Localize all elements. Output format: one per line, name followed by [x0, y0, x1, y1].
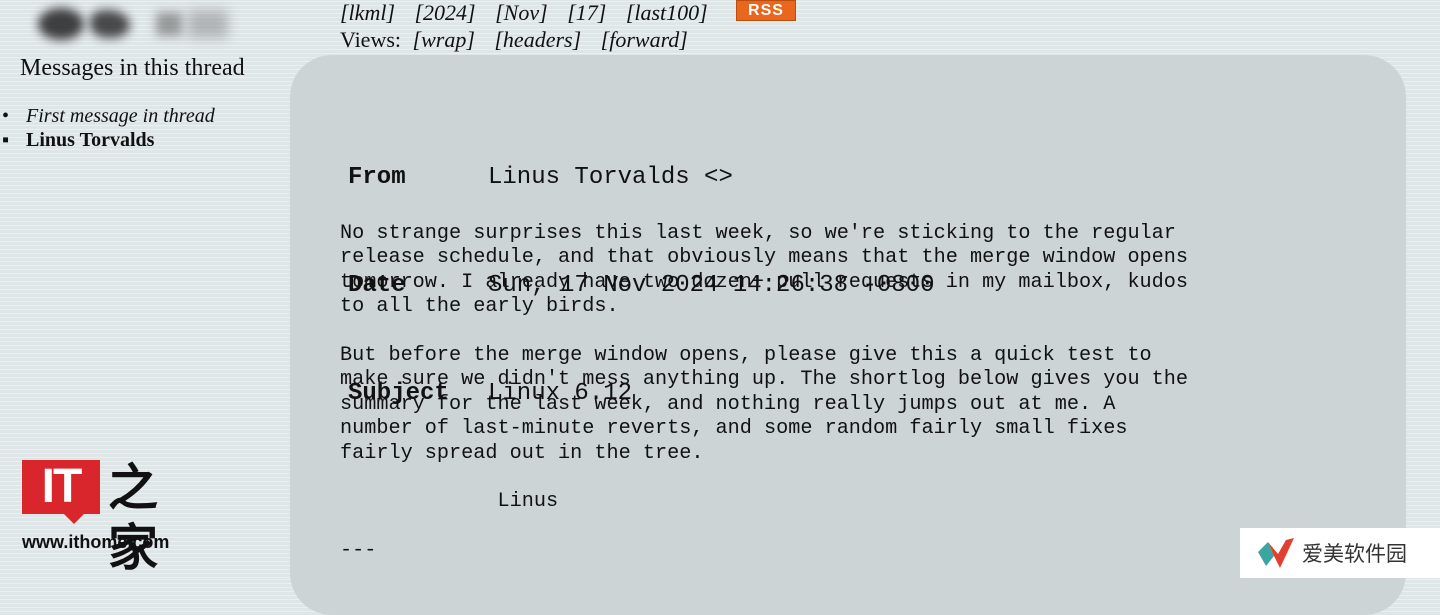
header-key: From: [348, 164, 406, 191]
nav-link-day[interactable]: [17]: [567, 0, 606, 25]
ithome-logo-han: 之家: [108, 458, 158, 577]
thread-item-current: ▪ Linus Torvalds: [2, 128, 215, 152]
views-nav: Views: [wrap] [headers] [forward]: [340, 27, 702, 53]
nav-link-month[interactable]: [Nov]: [495, 0, 548, 25]
views-label: Views:: [340, 27, 402, 52]
thread-list: • First message in thread ▪ Linus Torval…: [2, 104, 215, 152]
view-forward-link[interactable]: [forward]: [601, 27, 688, 52]
aimei-text: 爱美软件园: [1302, 542, 1407, 566]
nav-link-lkml[interactable]: [lkml]: [340, 0, 395, 25]
ithome-logo: IT: [22, 460, 100, 514]
view-wrap-link[interactable]: [wrap]: [413, 27, 475, 52]
square-bullet-icon: ▪: [2, 129, 10, 151]
bullet-icon: •: [2, 105, 10, 127]
header-from: From Linus Torvalds <>: [348, 160, 934, 196]
aimei-watermark: 爱美软件园: [1240, 528, 1440, 578]
view-headers-link[interactable]: [headers]: [494, 27, 581, 52]
archive-nav: [lkml] [2024] [Nov] [17] [last100]: [340, 0, 722, 26]
header-value: Linus Torvalds <>: [488, 164, 733, 191]
thread-title: Messages in this thread: [20, 55, 245, 81]
current-message-author: Linus Torvalds: [26, 129, 155, 151]
message-body: No strange surprises this last week, so …: [340, 222, 1189, 563]
thread-item-first[interactable]: • First message in thread: [2, 104, 215, 128]
ithome-url: www.ithome.com: [22, 532, 170, 552]
aimei-logo-icon: [1258, 538, 1294, 568]
blurred-logo: [38, 4, 238, 44]
rss-button[interactable]: RSS: [736, 0, 796, 21]
nav-link-last100[interactable]: [last100]: [626, 0, 708, 25]
nav-link-year[interactable]: [2024]: [415, 0, 476, 25]
ithome-watermark: IT 之家 www.ithome.com: [20, 458, 190, 577]
first-message-link[interactable]: First message in thread: [26, 105, 215, 127]
